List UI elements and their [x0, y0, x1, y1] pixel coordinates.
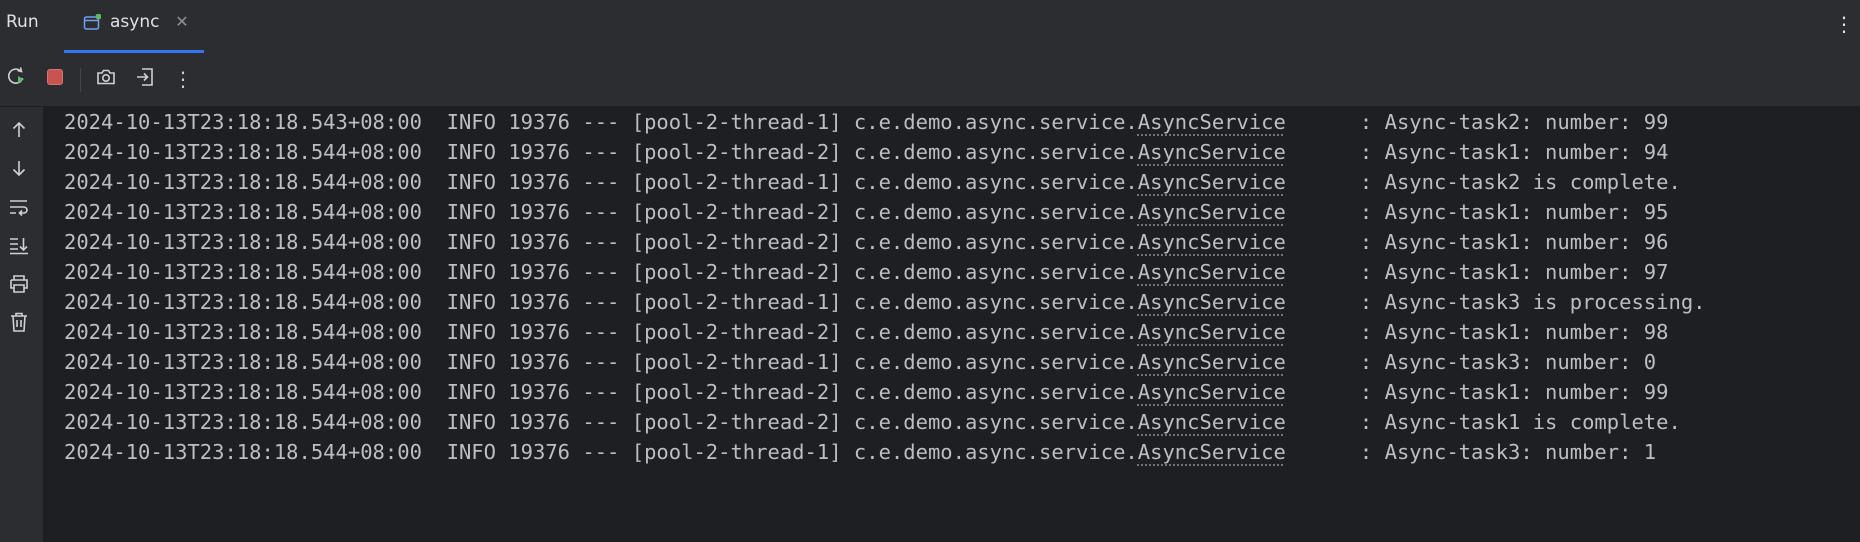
class-link[interactable]: AsyncService	[1138, 350, 1286, 374]
scroll-to-end-icon	[8, 235, 30, 259]
log-message: : Async-task1: number: 98	[1285, 320, 1669, 344]
log-message: : Async-task3 is processing.	[1285, 290, 1706, 314]
class-link[interactable]: AsyncService	[1138, 410, 1286, 434]
soft-wrap-button[interactable]	[4, 194, 34, 224]
exit-button[interactable]	[130, 64, 160, 94]
log-prefix: 2024-10-13T23:18:18.544+08:00 INFO 19376…	[64, 200, 1138, 224]
log-line: 2024-10-13T23:18:18.544+08:00 INFO 19376…	[64, 137, 1668, 167]
run-config-icon	[83, 13, 102, 32]
log-prefix: 2024-10-13T23:18:18.544+08:00 INFO 19376…	[64, 350, 1138, 374]
log-message: : Async-task1: number: 95	[1285, 200, 1669, 224]
print-button[interactable]	[4, 271, 34, 301]
log-line: 2024-10-13T23:18:18.544+08:00 INFO 19376…	[64, 257, 1668, 287]
class-link[interactable]: AsyncService	[1138, 380, 1286, 404]
log-line: 2024-10-13T23:18:18.544+08:00 INFO 19376…	[64, 317, 1668, 347]
log-prefix: 2024-10-13T23:18:18.544+08:00 INFO 19376…	[64, 380, 1138, 404]
next-occurrence-button[interactable]	[4, 155, 34, 185]
log-message: : Async-task3: number: 0	[1285, 350, 1657, 374]
arrow-up-icon	[9, 120, 29, 144]
class-link[interactable]: AsyncService	[1138, 230, 1286, 254]
log-message: : Async-task1 is complete.	[1285, 410, 1681, 434]
run-panel-title: Run	[6, 12, 39, 32]
log-prefix: 2024-10-13T23:18:18.544+08:00 INFO 19376…	[64, 170, 1138, 194]
rerun-button[interactable]	[1, 64, 31, 94]
arrow-down-icon	[9, 158, 29, 182]
toolbar-separator	[80, 68, 81, 92]
class-link[interactable]: AsyncService	[1138, 140, 1286, 164]
camera-icon	[95, 66, 117, 92]
class-link[interactable]: AsyncService	[1138, 110, 1286, 134]
log-prefix: 2024-10-13T23:18:18.544+08:00 INFO 19376…	[64, 290, 1138, 314]
soft-wrap-icon	[8, 197, 30, 221]
log-line: 2024-10-13T23:18:18.544+08:00 INFO 19376…	[64, 407, 1681, 437]
exit-icon	[134, 66, 156, 92]
previous-occurrence-button[interactable]	[4, 117, 34, 147]
more-vertical-icon[interactable]: ⋮	[168, 64, 198, 94]
print-icon	[8, 274, 30, 298]
class-link[interactable]: AsyncService	[1138, 320, 1286, 344]
log-prefix: 2024-10-13T23:18:18.544+08:00 INFO 19376…	[64, 230, 1138, 254]
stop-icon	[45, 67, 65, 91]
rerun-icon	[5, 66, 27, 92]
log-message: : Async-task2 is complete.	[1285, 170, 1681, 194]
log-line: 2024-10-13T23:18:18.544+08:00 INFO 19376…	[64, 347, 1656, 377]
scroll-to-end-button[interactable]	[4, 232, 34, 262]
tab-label: async	[110, 12, 160, 32]
tab-async[interactable]: async ✕	[64, 0, 204, 53]
log-prefix: 2024-10-13T23:18:18.544+08:00 INFO 19376…	[64, 140, 1138, 164]
clear-all-button[interactable]	[4, 309, 34, 339]
log-line: 2024-10-13T23:18:18.544+08:00 INFO 19376…	[64, 437, 1656, 467]
console-side-toolbar	[0, 107, 44, 542]
log-message: : Async-task1: number: 97	[1285, 260, 1669, 284]
log-line: 2024-10-13T23:18:18.544+08:00 INFO 19376…	[64, 287, 1706, 317]
log-prefix: 2024-10-13T23:18:18.544+08:00 INFO 19376…	[64, 440, 1138, 464]
log-prefix: 2024-10-13T23:18:18.544+08:00 INFO 19376…	[64, 410, 1138, 434]
class-link[interactable]: AsyncService	[1138, 200, 1286, 224]
log-message: : Async-task1: number: 99	[1285, 380, 1669, 404]
class-link[interactable]: AsyncService	[1138, 290, 1286, 314]
class-link[interactable]: AsyncService	[1138, 260, 1286, 284]
log-message: : Async-task2: number: 99	[1285, 110, 1669, 134]
close-icon[interactable]: ✕	[174, 12, 190, 32]
log-message: : Async-task1: number: 94	[1285, 140, 1669, 164]
screenshot-button[interactable]	[91, 64, 121, 94]
log-line: 2024-10-13T23:18:18.544+08:00 INFO 19376…	[64, 167, 1681, 197]
log-prefix: 2024-10-13T23:18:18.543+08:00 INFO 19376…	[64, 110, 1138, 134]
log-line: 2024-10-13T23:18:18.544+08:00 INFO 19376…	[64, 197, 1668, 227]
run-tool-window: Run async ✕ ⋮ ⋮ 2024-10-13T23:18:18.543+…	[0, 0, 1860, 542]
log-line: 2024-10-13T23:18:18.544+08:00 INFO 19376…	[64, 227, 1668, 257]
class-link[interactable]: AsyncService	[1138, 440, 1286, 464]
trash-icon	[9, 311, 29, 337]
log-prefix: 2024-10-13T23:18:18.544+08:00 INFO 19376…	[64, 320, 1138, 344]
class-link[interactable]: AsyncService	[1138, 170, 1286, 194]
more-vertical-icon[interactable]: ⋮	[1834, 10, 1854, 38]
log-message: : Async-task1: number: 96	[1285, 230, 1669, 254]
run-tab-bar: Run async ✕ ⋮	[0, 0, 1860, 53]
stop-button[interactable]	[40, 64, 70, 94]
log-line: 2024-10-13T23:18:18.544+08:00 INFO 19376…	[64, 377, 1668, 407]
log-prefix: 2024-10-13T23:18:18.544+08:00 INFO 19376…	[64, 260, 1138, 284]
log-line: 2024-10-13T23:18:18.543+08:00 INFO 19376…	[64, 107, 1668, 137]
log-message: : Async-task3: number: 1	[1285, 440, 1657, 464]
run-toolbar: ⋮	[0, 53, 1860, 107]
console-output[interactable]: 2024-10-13T23:18:18.543+08:00 INFO 19376…	[44, 107, 1860, 542]
